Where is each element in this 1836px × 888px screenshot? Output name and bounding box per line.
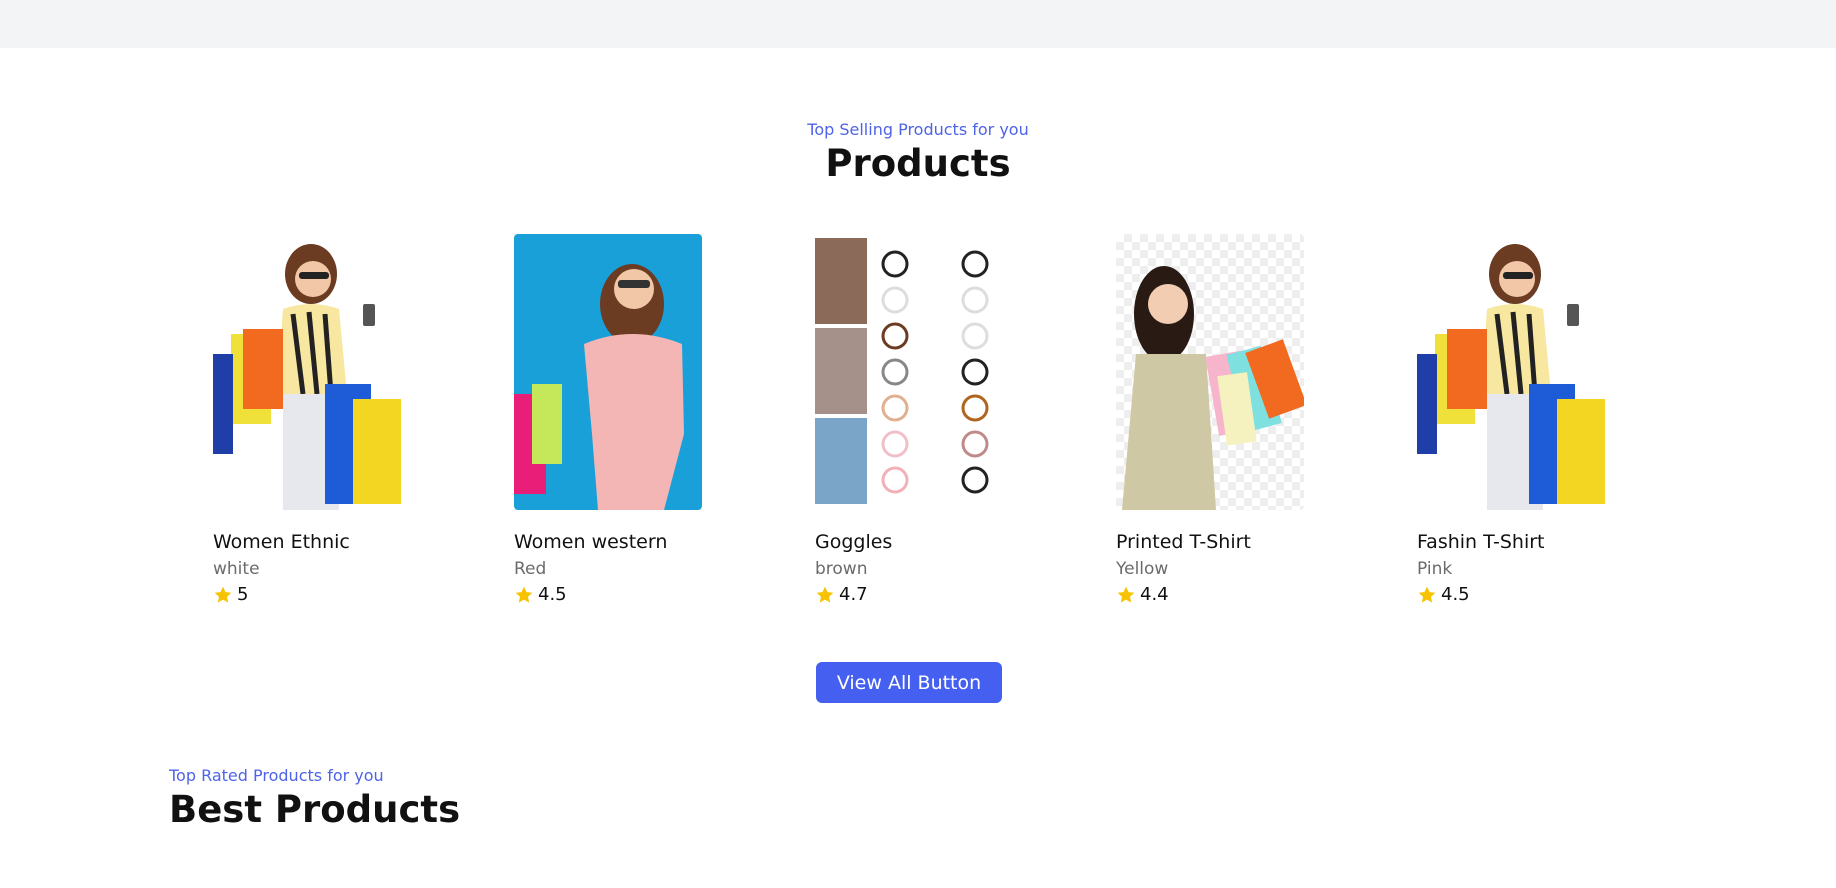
product-rating: 4.5 (1417, 584, 1607, 606)
products-grid: Women Ethnic white 5 Women western Red 4… (0, 234, 1836, 634)
product-card[interactable]: Printed T-Shirt Yellow 4.4 (1116, 234, 1306, 606)
star-icon (214, 586, 232, 603)
rating-value: 4.4 (1140, 584, 1169, 605)
product-name[interactable]: Women western (514, 530, 704, 554)
product-rating: 4.7 (815, 584, 1005, 606)
product-color: Yellow (1116, 559, 1169, 579)
star-icon (816, 586, 834, 603)
rating-value: 4.7 (839, 584, 868, 605)
product-image[interactable] (213, 234, 401, 510)
product-color: white (213, 559, 260, 579)
rating-value: 4.5 (1441, 584, 1470, 605)
top-bar (0, 0, 1836, 48)
star-icon (1117, 586, 1135, 603)
star-icon (515, 586, 533, 603)
best-products-header: Top Rated Products for you Best Products (169, 766, 460, 832)
product-name[interactable]: Fashin T-Shirt (1417, 530, 1607, 554)
product-rating: 4.5 (514, 584, 704, 606)
product-image[interactable] (1417, 234, 1605, 510)
product-color: Pink (1417, 559, 1453, 579)
products-eyebrow: Top Selling Products for you (807, 120, 1029, 139)
star-icon (1418, 586, 1436, 603)
best-products-eyebrow: Top Rated Products for you (169, 766, 384, 785)
product-card[interactable]: Goggles brown 4.7 (815, 234, 1005, 606)
best-products-title: Best Products (169, 788, 461, 831)
product-card[interactable]: Women western Red 4.5 (514, 234, 704, 606)
products-title: Products (825, 142, 1011, 185)
product-rating: 5 (213, 584, 403, 606)
product-card[interactable]: Women Ethnic white 5 (213, 234, 403, 606)
product-rating: 4.4 (1116, 584, 1306, 606)
product-image[interactable] (1116, 234, 1304, 510)
product-image[interactable] (815, 234, 1003, 510)
view-all-button[interactable]: View All Button (816, 662, 1002, 703)
product-color: brown (815, 559, 868, 579)
products-header: Top Selling Products for you Products (0, 120, 1836, 186)
product-name[interactable]: Printed T-Shirt (1116, 530, 1306, 554)
product-image[interactable] (514, 234, 702, 510)
product-card[interactable]: Fashin T-Shirt Pink 4.5 (1417, 234, 1607, 606)
rating-value: 5 (237, 584, 249, 605)
product-color: Red (514, 559, 547, 579)
rating-value: 4.5 (538, 584, 567, 605)
product-name[interactable]: Women Ethnic (213, 530, 403, 554)
product-name[interactable]: Goggles (815, 530, 1005, 554)
